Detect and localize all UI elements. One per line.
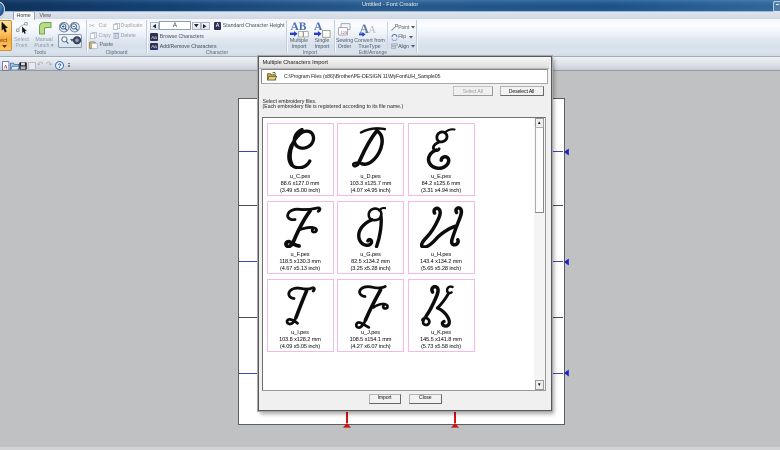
svg-text:123: 123 (341, 31, 347, 35)
svg-text:A: A (4, 64, 8, 70)
svg-text:?: ? (58, 63, 62, 70)
